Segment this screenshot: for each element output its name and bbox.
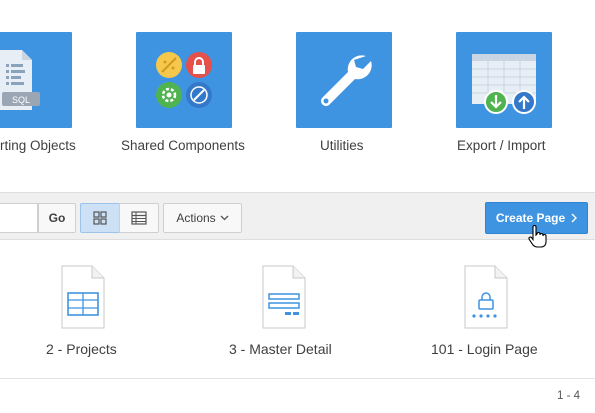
- svg-text:SQL: SQL: [12, 95, 30, 105]
- tile-utilities[interactable]: [296, 32, 392, 128]
- footer-divider: [0, 378, 595, 379]
- hand-cursor-icon: [528, 225, 547, 248]
- grid-view-toggle[interactable]: [80, 203, 120, 233]
- tile-export-import[interactable]: [456, 32, 552, 128]
- chevron-right-icon: [571, 213, 578, 223]
- page-card-login[interactable]: [464, 265, 508, 334]
- page-label-projects[interactable]: 2 - Projects: [46, 341, 117, 357]
- page-card-master-detail[interactable]: [262, 265, 306, 334]
- actions-menu-button[interactable]: Actions: [163, 203, 242, 233]
- page-label-login[interactable]: 101 - Login Page: [431, 341, 538, 357]
- supporting-objects-sql-icon: SQL: [0, 50, 40, 110]
- tile-label-supporting-objects[interactable]: rting Objects: [0, 138, 76, 153]
- page-label-master-detail[interactable]: 3 - Master Detail: [229, 341, 332, 357]
- shared-components-icon: [156, 52, 212, 108]
- pagination-range: 1 - 4: [556, 390, 580, 402]
- table-page-icon: [61, 265, 105, 329]
- tile-label-utilities[interactable]: Utilities: [320, 138, 364, 153]
- tile-shared-components[interactable]: [136, 32, 232, 128]
- export-import-icon: [472, 54, 536, 114]
- wrench-icon: [321, 55, 372, 106]
- form-page-icon: [262, 265, 306, 329]
- tile-label-shared-components[interactable]: Shared Components: [121, 138, 245, 153]
- search-input[interactable]: [0, 203, 38, 233]
- go-button[interactable]: Go: [38, 203, 76, 233]
- chevron-down-icon: [220, 215, 229, 221]
- create-page-label: Create Page: [495, 211, 566, 225]
- tile-supporting-objects[interactable]: SQL: [0, 32, 72, 128]
- page-card-projects[interactable]: [61, 265, 105, 334]
- actions-label: Actions: [176, 211, 216, 225]
- login-page-icon: [464, 265, 508, 329]
- page-toolbar: Go Actions Create Page: [0, 192, 595, 240]
- list-view-icon: [131, 211, 147, 225]
- tile-label-export-import[interactable]: Export / Import: [457, 138, 546, 153]
- list-view-toggle[interactable]: [119, 203, 159, 233]
- grid-view-icon: [93, 211, 107, 225]
